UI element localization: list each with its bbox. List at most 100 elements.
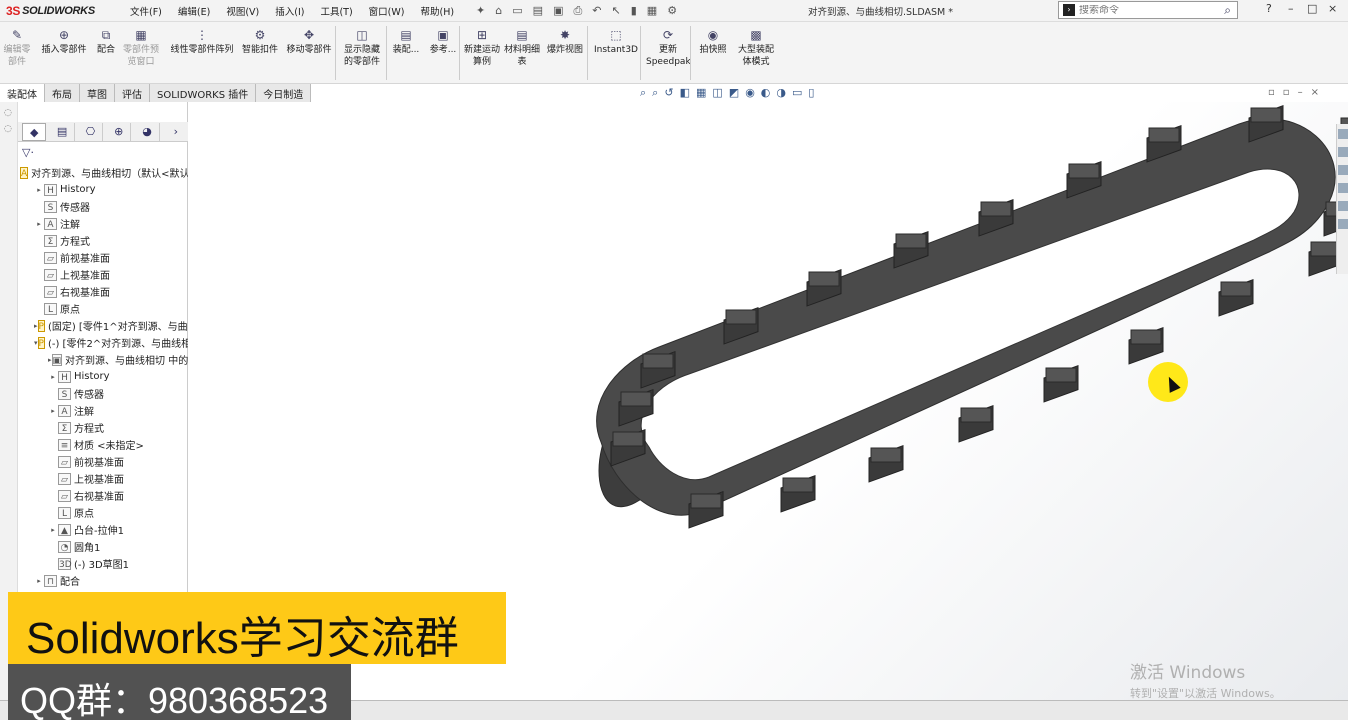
command-tab[interactable]: 草图 <box>80 84 115 102</box>
tree-node[interactable]: ▸ H History <box>18 181 188 198</box>
view-orientation-icon[interactable]: ◫ <box>712 86 722 100</box>
tree-node[interactable]: ▾P(-) [零件2^对齐到源、与曲线相切]<1> <box>18 334 188 351</box>
view-settings-icon[interactable]: ▭ <box>792 86 802 100</box>
tree-node[interactable]: L 原点 <box>18 504 188 521</box>
task-pane-library-icon[interactable] <box>1338 147 1348 157</box>
menu-item[interactable]: 视图(V) <box>218 4 267 18</box>
command-button[interactable]: ▩ 大型装配体模式 <box>734 28 778 68</box>
command-button[interactable]: ⬚ Instant3D <box>592 28 640 56</box>
previous-view-icon[interactable]: ↺ <box>664 86 673 100</box>
task-pane-palette-icon[interactable] <box>1338 183 1348 193</box>
realview-icon[interactable]: ▯ <box>808 86 814 100</box>
tree-node[interactable]: ▱ 右视基准面 <box>18 487 188 504</box>
configuration-manager-tab-icon[interactable]: ⎔ <box>79 122 104 141</box>
solidworks-logo[interactable]: 3S SOLIDWORKS <box>0 4 110 18</box>
tree-node[interactable]: ▸P(固定) [零件1^对齐到源、与曲线相切]<1> <box>18 317 188 334</box>
hide-show-items-icon[interactable]: ◉ <box>745 86 755 100</box>
undo-icon[interactable]: ↶ <box>592 4 601 17</box>
tree-node[interactable]: ▸ H History <box>18 368 188 385</box>
command-tab[interactable]: SOLIDWORKS 插件 <box>150 84 257 102</box>
expand-arrow-icon[interactable]: ▸ <box>34 577 44 585</box>
strip-icon[interactable]: ◌ <box>4 108 17 118</box>
dynamic-annotation-icon[interactable]: ▦ <box>696 86 706 100</box>
new-document-icon[interactable]: ▭ <box>512 4 522 17</box>
command-button[interactable]: ⊕ 插入零部件 <box>38 28 90 56</box>
command-button[interactable]: ▣ 参考... <box>428 28 458 56</box>
command-button[interactable]: ✥ 移动零部件 <box>282 28 336 56</box>
menu-item[interactable]: 窗口(W) <box>361 4 413 18</box>
display-style-icon[interactable]: ◩ <box>729 86 739 100</box>
edit-appearance-icon[interactable]: ◐ <box>761 86 771 100</box>
command-button[interactable]: ⋮ 线性零部件阵列 <box>166 28 238 56</box>
command-tab[interactable]: 装配体 <box>0 84 45 102</box>
expand-arrow-icon[interactable]: ▸ <box>48 407 58 415</box>
viewport-restore-icon[interactable]: ▫ <box>1268 87 1275 98</box>
command-button[interactable]: ▤ 材料明细表 <box>504 28 540 68</box>
tree-node[interactable]: ▸ ▲ 凸台-拉伸1 <box>18 521 188 538</box>
command-button[interactable]: ▦ 零部件预览窗口 <box>120 28 162 68</box>
command-tab[interactable]: 评估 <box>115 84 150 102</box>
command-button[interactable]: ✎ 编辑零部件 <box>2 28 32 68</box>
tree-node[interactable]: ▱ 上视基准面 <box>18 470 188 487</box>
file-properties-icon[interactable]: ▦ <box>647 4 657 17</box>
search-input[interactable] <box>1079 4 1199 16</box>
section-view-icon[interactable]: ◧ <box>680 86 690 100</box>
command-button[interactable]: ◫ 显示隐藏的零部件 <box>340 28 384 68</box>
tree-node[interactable]: ▱ 前视基准面 <box>18 453 188 470</box>
property-manager-tab-icon[interactable]: ▤ <box>50 122 75 141</box>
viewport-minimize-icon[interactable]: – <box>1298 87 1303 98</box>
minimize-button[interactable]: – <box>1288 2 1294 15</box>
pin-icon[interactable]: ✦ <box>476 4 485 17</box>
open-folder-icon[interactable]: ▤ <box>533 4 543 17</box>
tree-node[interactable]: L 原点 <box>18 300 188 317</box>
zoom-to-fit-icon[interactable]: ⌕ <box>640 86 646 100</box>
tree-node[interactable]: ▸▣对齐到源、与曲线相切 中的零件2 <box>18 351 188 368</box>
dimxpert-tab-icon[interactable]: ⊕ <box>107 122 132 141</box>
command-button[interactable]: ⚙ 智能扣件 <box>242 28 278 56</box>
strip-icon[interactable]: ◌ <box>4 124 17 134</box>
tree-node[interactable]: S 传感器 <box>18 198 188 215</box>
home-icon[interactable]: ⌂ <box>495 4 502 17</box>
panel-more-icon[interactable]: › <box>164 123 188 141</box>
print-icon[interactable]: ⎙ <box>573 4 582 18</box>
expand-arrow-icon[interactable]: ▸ <box>48 526 58 534</box>
task-pane-appearance-icon[interactable] <box>1338 201 1348 211</box>
filter-icon[interactable]: ▽· <box>22 146 34 159</box>
menu-item[interactable]: 编辑(E) <box>170 4 218 18</box>
command-button[interactable]: ⊞ 新建运动算例 <box>464 28 500 68</box>
menu-item[interactable]: 文件(F) <box>122 4 170 18</box>
tree-node[interactable]: ▱ 上视基准面 <box>18 266 188 283</box>
expand-arrow-icon[interactable]: ▸ <box>34 186 44 194</box>
tree-node[interactable]: 3D (-) 3D草图1 <box>18 555 188 572</box>
tree-node[interactable]: ◔ 圆角1 <box>18 538 188 555</box>
command-button[interactable]: ⟳ 更新Speedpak <box>646 28 691 68</box>
task-pane-resources-icon[interactable] <box>1338 129 1348 139</box>
tree-node[interactable]: Σ 方程式 <box>18 419 188 436</box>
tree-node[interactable]: ▱ 前视基准面 <box>18 249 188 266</box>
options-gear-icon[interactable]: ⚙ <box>667 4 677 17</box>
tree-node[interactable]: ▸ A 注解 <box>18 215 188 232</box>
menu-item[interactable]: 帮助(H) <box>412 4 462 18</box>
tree-node[interactable]: ▱ 右视基准面 <box>18 283 188 300</box>
display-manager-tab-icon[interactable]: ◕ <box>135 122 160 141</box>
zoom-area-icon[interactable]: ⌕ <box>652 86 658 100</box>
tree-node[interactable]: S 传感器 <box>18 385 188 402</box>
command-button[interactable]: ⧉ 配合 <box>94 28 118 56</box>
command-button[interactable]: ✸ 爆炸视图 <box>544 28 586 56</box>
select-arrow-icon[interactable]: ↖ <box>612 4 621 17</box>
tree-node[interactable]: ≡ 材质 <未指定> <box>18 436 188 453</box>
help-icon[interactable]: ? <box>1266 2 1272 15</box>
magnifier-icon[interactable]: ⌕ <box>1224 3 1231 18</box>
command-button[interactable]: ▤ 装配... <box>390 28 422 56</box>
search-box[interactable]: › ⌕ <box>1058 1 1238 19</box>
feature-manager-tab-icon[interactable]: ◆ <box>22 122 47 141</box>
expand-arrow-icon[interactable]: ▸ <box>48 373 58 381</box>
apply-scene-icon[interactable]: ◑ <box>776 86 786 100</box>
tree-node[interactable]: ▸ A 注解 <box>18 402 188 419</box>
viewport-close-icon[interactable]: × <box>1311 87 1319 98</box>
command-tab[interactable]: 布局 <box>45 84 80 102</box>
task-pane-custom-icon[interactable] <box>1338 219 1348 229</box>
restore-button[interactable]: □ <box>1307 2 1317 15</box>
tree-node[interactable]: ▸ ⊓ 配合 <box>18 572 188 589</box>
task-pane-explorer-icon[interactable] <box>1338 165 1348 175</box>
